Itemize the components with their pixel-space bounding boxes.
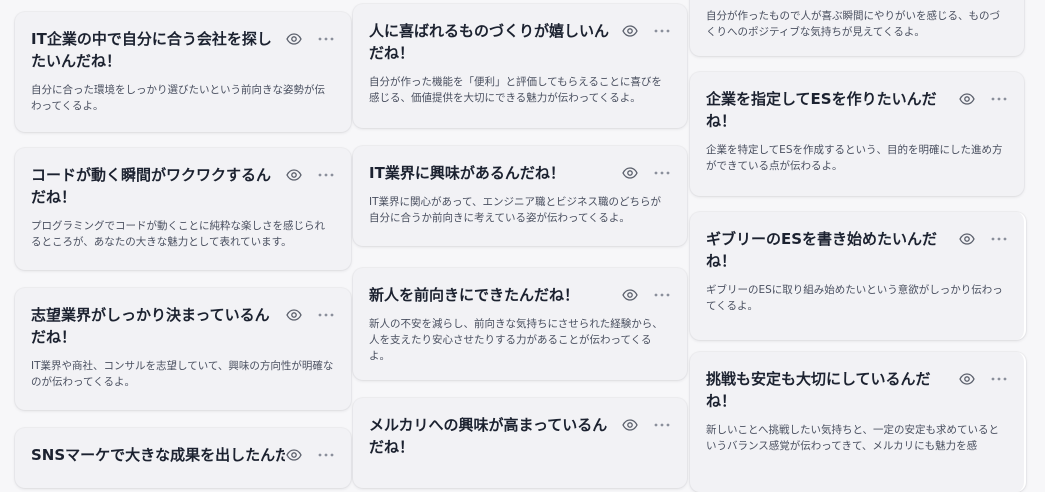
more-horizontal-icon[interactable] — [990, 90, 1008, 108]
card-title: SNSマーケで大きな成果を出したんだね！ — [31, 446, 285, 464]
card-description: 自分が作った機能を「便利」と評価してもらえることに喜びを感じる、価値提供を大切に… — [369, 76, 662, 104]
more-horizontal-icon[interactable] — [317, 30, 335, 48]
eye-icon[interactable] — [285, 166, 303, 184]
card-title: 新人を前向きにできたんだね！ — [369, 286, 580, 304]
card[interactable]: IT企業の中で自分に合う会社を探したいんだね！ 自分に合った環境をしっかり選びた… — [15, 12, 351, 132]
card-title: 挑戦も安定も大切にしているんだね！ — [706, 370, 931, 410]
card-title: コードが動く瞬間がワクワクするんだね！ — [31, 166, 272, 206]
more-horizontal-icon[interactable] — [317, 166, 335, 184]
card[interactable]: 新人を前向きにできたんだね！ 新人の不安を減らし、前向きな気持ちにさせられた経験… — [353, 268, 687, 380]
card[interactable]: 人に喜ばれるものづくりが嬉しいんだね！ 自分が作った機能を「便利」と評価してもら… — [353, 4, 687, 128]
card-title: ギブリーのESを書き始めたいんだね！ — [706, 230, 938, 270]
card-title: 人に喜ばれるものづくりが嬉しいんだね！ — [369, 22, 610, 62]
card-description: 自分が作ったもので人が喜ぶ瞬間にやりがいを感じる、ものづくりへのポジティブな気持… — [706, 10, 1000, 38]
more-horizontal-icon[interactable] — [653, 286, 671, 304]
eye-icon[interactable] — [621, 22, 639, 40]
card-title: IT業界に興味があるんだね！ — [369, 164, 565, 182]
eye-icon[interactable] — [958, 230, 976, 248]
eye-icon[interactable] — [621, 164, 639, 182]
eye-icon[interactable] — [958, 370, 976, 388]
card[interactable]: 志望業界がしっかり決まっているんだね！ IT業界や商社、コンサルを志望していて、… — [15, 288, 351, 410]
card-description: 企業を特定してESを作成するという、目的を明確にした進め方ができている点が伝わる… — [706, 144, 1003, 172]
card-description: IT業界や商社、コンサルを志望していて、興味の方向性が明確なのが伝わってくるよ。 — [31, 360, 334, 388]
more-horizontal-icon[interactable] — [653, 22, 671, 40]
card-description: 自分に合った環境をしっかり選びたいという前向きな姿勢が伝わってくるよ。 — [31, 84, 325, 112]
card-title: 企業を指定してESを作りたいんだね！ — [706, 90, 937, 130]
more-horizontal-icon[interactable] — [317, 306, 335, 324]
eye-icon[interactable] — [958, 90, 976, 108]
card[interactable]: SNSマーケで大きな成果を出したんだね！ — [15, 428, 351, 488]
eye-icon[interactable] — [285, 30, 303, 48]
card[interactable]: ギブリーのESを書き始めたいんだね！ ギブリーのESに取り組み始めたいという意欲… — [690, 212, 1026, 340]
more-horizontal-icon[interactable] — [990, 230, 1008, 248]
card[interactable]: コードが動く瞬間がワクワクするんだね！ プログラミングでコードが動くことに純粋な… — [15, 148, 351, 270]
more-horizontal-icon[interactable] — [990, 370, 1008, 388]
card-description: 新しいことへ挑戦したい気持ちと、一定の安定も求めているというバランス感覚が伝わっ… — [706, 424, 1000, 452]
eye-icon[interactable] — [621, 286, 639, 304]
card[interactable]: 挑戦も安定も大切にしているんだね！ 新しいことへ挑戦したい気持ちと、一定の安定も… — [690, 352, 1026, 492]
card[interactable]: メルカリへの興味が高まっているんだね！ — [353, 398, 687, 488]
more-horizontal-icon[interactable] — [653, 416, 671, 434]
card-description: プログラミングでコードが動くことに純粋な楽しさを感じられるところが、あなたの大き… — [31, 220, 325, 248]
card[interactable]: IT業界に興味があるんだね！ IT業界に関心があって、エンジニア職とビジネス職の… — [353, 146, 687, 246]
card-title: IT企業の中で自分に合う会社を探したいんだね！ — [31, 30, 272, 70]
eye-icon[interactable] — [285, 446, 303, 464]
card-title: メルカリへの興味が高まっているんだね！ — [369, 416, 608, 456]
eye-icon[interactable] — [285, 306, 303, 324]
card-description: 新人の不安を減らし、前向きな気持ちにさせられた経験から、人を支えたり安心させたり… — [369, 318, 663, 362]
eye-icon[interactable] — [621, 416, 639, 434]
more-horizontal-icon[interactable] — [653, 164, 671, 182]
more-horizontal-icon[interactable] — [317, 446, 335, 464]
card-title: 志望業界がしっかり決まっているんだね！ — [31, 306, 270, 346]
card-description: IT業界に関心があって、エンジニア職とビジネス職のどちらが自分に合うか前向きに考… — [369, 196, 661, 224]
card[interactable]: 企業を指定してESを作りたいんだね！ 企業を特定してESを作成するという、目的を… — [690, 72, 1024, 196]
card[interactable]: 自分が作ったもので人が喜ぶ瞬間にやりがいを感じる、ものづくりへのポジティブな気持… — [690, 0, 1024, 56]
card-description: ギブリーのESに取り組み始めたいという意欲がしっかり伝わってくるよ。 — [706, 284, 1003, 312]
